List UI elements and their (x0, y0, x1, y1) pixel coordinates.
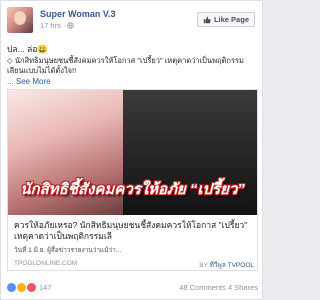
preview-title[interactable]: ควรให้อภัยเหรอ? นักสิทธิมนุษยชนชี้สังคมค… (14, 220, 254, 242)
post-text-line2: ◇ นักสิทธิมนุษยชนชี้สังคมควรให้โอกาส "เป… (7, 56, 244, 75)
shares-count[interactable]: 4 Shares (228, 283, 258, 292)
thumbs-up-icon (203, 16, 211, 23)
comments-count[interactable]: 48 Comments (179, 283, 226, 292)
preview-domain-row: TPOOLONLINE.COM BY ทีวีพูล TVPOOL (14, 260, 254, 270)
globe-icon (67, 22, 75, 29)
post-time[interactable]: 17 hrs (40, 21, 61, 30)
preview-body[interactable]: ควรให้อภัยเหรอ? นักสิทธิมนุษยชนชี้สังคมค… (14, 220, 254, 270)
see-more-link[interactable]: ... See More (7, 77, 51, 86)
preview-domain: TPOOLONLINE.COM (14, 260, 78, 267)
love-icon (27, 282, 36, 292)
reaction-icons[interactable] (7, 282, 36, 292)
page-avatar[interactable] (7, 7, 33, 33)
preview-author[interactable]: ทีวีพูล TVPOOL (210, 262, 254, 269)
like-page-button[interactable]: Like Page (196, 12, 255, 27)
like-page-label: Like Page (213, 15, 249, 24)
link-preview[interactable]: นักสิทธิชี้สังคมควรให้อภัย “เปรี้ยว” ควร… (7, 89, 258, 271)
reaction-count[interactable]: 147 (39, 283, 52, 292)
page-name[interactable]: Super Woman V.3 (40, 9, 116, 19)
preview-image-title: นักสิทธิชี้สังคมควรให้อภัย “เปรี้ยว” (20, 181, 245, 198)
post-header: Super Woman V.3 17 hrs · Like Page (7, 7, 257, 33)
post-card: Super Woman V.3 17 hrs · Like Page ปล...… (0, 0, 263, 300)
post-stats: 48 Comments 4 Shares (179, 283, 258, 292)
preview-byline: BY ทีวีพูล TVPOOL (199, 260, 254, 270)
preview-image[interactable]: นักสิทธิชี้สังคมควรให้อภัย “เปรี้ยว” (8, 90, 257, 215)
reaction-bar: 147 48 Comments 4 Shares (7, 281, 258, 293)
preview-by-prefix: BY (199, 262, 208, 269)
wow-icon (17, 282, 26, 292)
post-text-line1: ปล... ล่อ😀 (7, 44, 48, 54)
preview-description: วันที่ 1 มิ.ย. ผู้สื่อข่าวรายงานว่าแม้ว่… (14, 247, 122, 254)
like-icon (7, 282, 16, 292)
post-meta: 17 hrs · (40, 21, 75, 30)
